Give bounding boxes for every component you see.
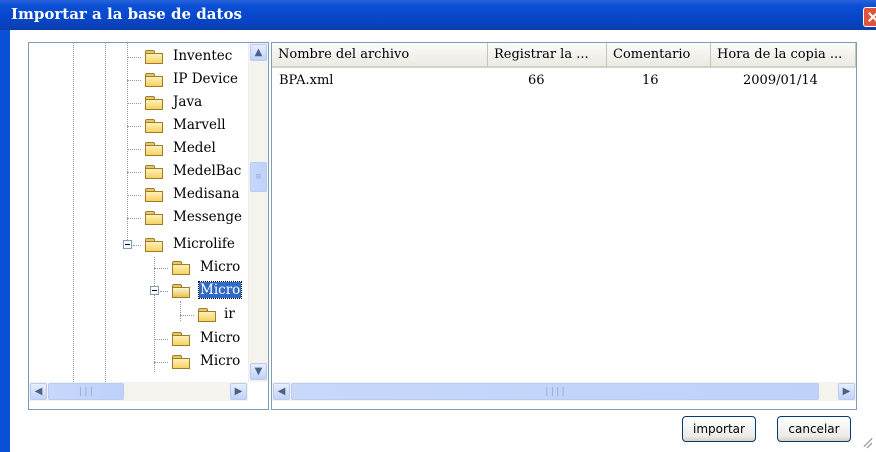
folder-icon [198, 308, 217, 322]
cell-records: 66 [528, 73, 545, 88]
scroll-left-icon[interactable]: ◀ [30, 383, 47, 400]
resize-grip-icon[interactable] [860, 436, 874, 450]
folder-icon [145, 211, 164, 225]
folder-icon [145, 50, 164, 64]
folder-icon [172, 261, 191, 275]
folder-icon [145, 165, 164, 179]
tree-item-label: Micro [200, 353, 241, 369]
scrollbar-thumb[interactable]: |||| [291, 383, 819, 400]
tree-item-label: IP Device [173, 71, 239, 87]
close-icon[interactable] [863, 7, 876, 27]
tree-item-label: Java [173, 94, 203, 110]
tree-item-label: Inventec [173, 48, 233, 64]
scrollbar-thumb[interactable]: ≡ [250, 162, 267, 192]
tree-item-label: Micro [197, 281, 243, 299]
scroll-up-icon[interactable]: ▲ [250, 44, 267, 61]
tree-guide-line [105, 43, 106, 382]
column-header-filename[interactable]: Nombre del archivo [272, 43, 488, 68]
folder-icon [172, 355, 191, 369]
folder-icon [172, 332, 191, 346]
tree-item-label: MedelBac [173, 163, 242, 179]
scroll-left-icon[interactable]: ◀ [273, 383, 290, 400]
scroll-right-icon[interactable]: ▶ [838, 383, 855, 400]
scroll-right-icon[interactable]: ▶ [230, 383, 247, 400]
window-frame [0, 30, 10, 452]
window-title: Importar a la base de datos [11, 5, 242, 23]
tree-item-label: Messenge [173, 209, 242, 225]
folder-icon [145, 142, 164, 156]
expander-minus-icon[interactable] [123, 240, 132, 249]
title-bar: Importar a la base de datos [0, 0, 876, 30]
folder-icon [145, 119, 164, 133]
tree-guide-line [73, 43, 74, 382]
tree-item-label: Microlife [173, 236, 235, 252]
tree-item-label: Medisana [173, 186, 240, 202]
tree-item-label: Micro [200, 330, 241, 346]
tree-item-label: Micro [200, 259, 241, 275]
file-list[interactable]: Nombre del archivo Registrar la ... Come… [271, 42, 857, 410]
tree-horizontal-scrollbar[interactable]: ◀ ||| ▶ [29, 382, 248, 401]
folder-icon [145, 73, 164, 87]
scrollbar-thumb[interactable]: ||| [48, 383, 124, 400]
cell-backup-time: 2009/01/14 [743, 73, 818, 88]
column-header-comment[interactable]: Comentario [607, 43, 711, 68]
cancel-button[interactable]: cancelar [777, 416, 851, 442]
tree-guide-line [154, 257, 155, 372]
tree-item-label: ir [224, 306, 235, 322]
folder-tree[interactable]: Inventec IP Device Java Marvell Medel Me… [28, 42, 269, 410]
folder-icon [145, 238, 164, 252]
tree-vertical-scrollbar[interactable]: ▲ ≡ ▼ [248, 43, 268, 382]
folder-icon [145, 188, 164, 202]
folder-open-icon [172, 284, 191, 298]
column-header-backup-time[interactable]: Hora de la copia ... [711, 43, 856, 68]
cell-filename: BPA.xml [279, 73, 334, 88]
tree-item-label: Marvell [173, 117, 226, 133]
column-header-records[interactable]: Registrar la ... [488, 43, 607, 68]
expander-minus-icon[interactable] [150, 286, 159, 295]
import-button[interactable]: importar [682, 416, 756, 442]
tree-item-label: Medel [173, 140, 216, 156]
tree-guide-line [180, 301, 181, 321]
scroll-down-icon[interactable]: ▼ [250, 363, 267, 380]
cell-comment: 16 [642, 73, 659, 88]
list-horizontal-scrollbar[interactable]: ◀ |||| ▶ [272, 382, 856, 401]
folder-icon [145, 96, 164, 110]
